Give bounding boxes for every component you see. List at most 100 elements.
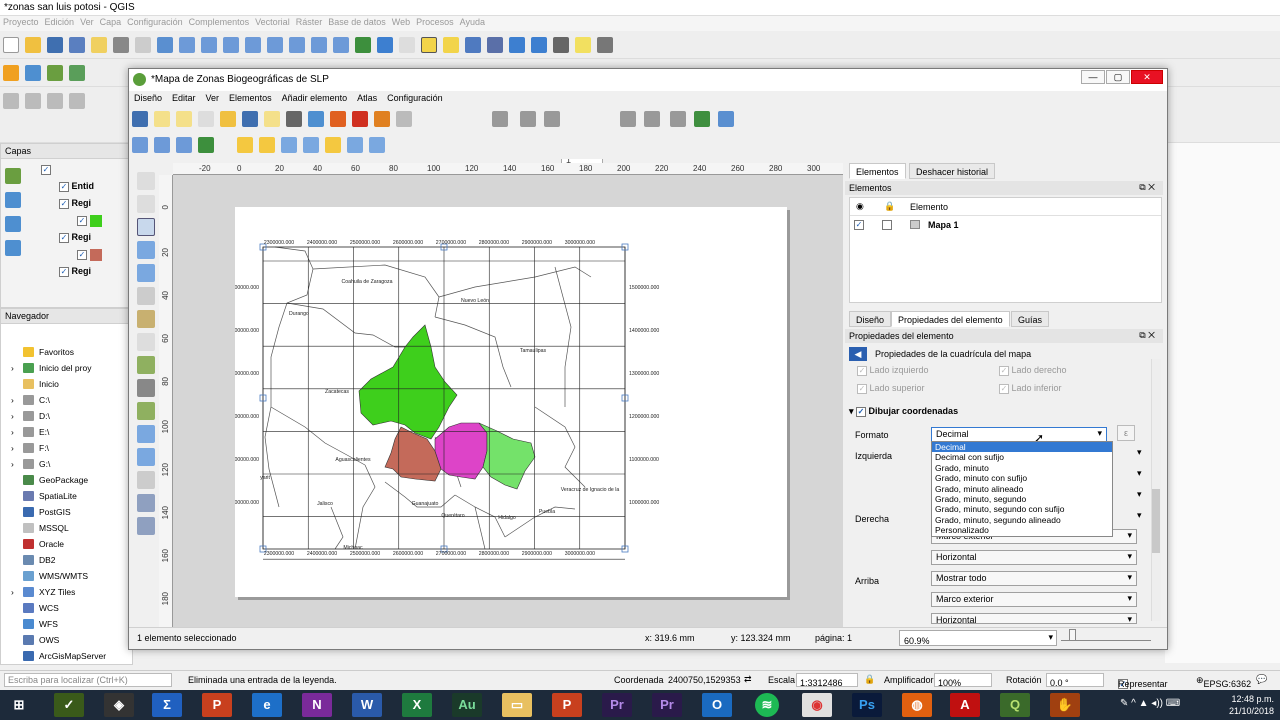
snapping-icon[interactable] [25,93,41,109]
open-folder-icon[interactable] [25,37,41,53]
format-dropdown-list[interactable]: Decimal Decimal con sufijo Grado, minuto Gr… [931,441,1113,537]
browser-item[interactable]: G:\ › [1,456,132,472]
main-menu-item[interactable]: Vectorial [252,16,293,27]
premiere-icon-2[interactable]: Pr [652,693,682,717]
chevron-down-icon[interactable]: ▾ [1137,468,1142,479]
premiere-icon[interactable]: Pr [602,693,632,717]
expression-button[interactable]: ε [1117,425,1135,441]
export-pdf-icon[interactable] [352,111,368,127]
add-raster-icon[interactable] [25,65,41,81]
identify-icon[interactable] [377,37,393,53]
new-project-icon[interactable] [3,37,19,53]
browser-item[interactable]: Favoritos [1,344,132,360]
locator-search-input[interactable]: Escriba para localizar (Ctrl+K) [4,673,172,687]
format-option[interactable]: Decimal con sufijo [932,452,1112,462]
layer-row[interactable]: ✓ Regi [41,198,121,215]
pan-hand-icon[interactable] [137,172,155,190]
qgis-taskbar-icon[interactable]: Q [1000,693,1030,717]
save-as-icon[interactable] [69,37,85,53]
back-arrow-icon[interactable]: ◀ [849,347,867,361]
layout-menu-item[interactable]: Diseño [129,91,167,105]
map-item[interactable]: 2300000.000 2400000.000 2500000.000 2600000… [235,207,787,597]
firefox-icon[interactable]: ◍ [902,693,932,717]
deselect-icon[interactable] [443,37,459,53]
zoom-slider-handle[interactable] [1069,629,1076,641]
main-menu-item[interactable]: Proyecto [0,16,42,27]
add-map-icon[interactable] [137,287,155,305]
chevron-down-icon[interactable]: ▾ [1137,489,1142,500]
layer-row[interactable]: ✓ Entid [41,181,121,198]
zoom-out-icon[interactable] [154,137,170,153]
format-option[interactable]: Grado, minuto con sufijo [932,473,1112,483]
pan-to-selection-icon[interactable] [157,37,173,53]
browser-item[interactable]: Inicio del proy › [1,360,132,376]
main-menu-item[interactable]: Capa [97,16,125,27]
layout-menu-item[interactable]: Ver [201,91,225,105]
raise-icon[interactable] [281,137,298,153]
magnifier-spinbox[interactable]: 100% [934,673,992,688]
left-side-check[interactable]: ✓ Lado izquierdo [857,365,929,376]
layout-menu-item[interactable]: Atlas [352,91,382,105]
browser-item[interactable]: OWS [1,632,132,648]
crs-button[interactable]: ⊕ EPSG:6362 [1196,675,1251,689]
acrobat-icon[interactable]: A [950,693,980,717]
excel-icon[interactable]: X [402,693,432,717]
chrome-icon[interactable]: ◉ [802,693,832,717]
add-legend-icon[interactable] [137,356,155,374]
add-polyline-icon[interactable] [137,425,155,443]
zoom-out-icon[interactable] [201,37,217,53]
main-menu-item[interactable]: Ayuda [457,16,488,27]
zoom-in-icon[interactable] [132,137,148,153]
expand-arrow-icon[interactable]: › [11,456,14,472]
align-icon[interactable] [303,137,320,153]
add-delimited-icon[interactable] [47,65,63,81]
atlas-settings-icon[interactable] [718,111,734,127]
add-layer-icon[interactable] [5,168,21,184]
layer-row[interactable]: ✓ [41,164,121,181]
browser-item[interactable]: PostGIS [1,504,132,520]
toolbox-icon[interactable] [509,37,525,53]
group-icon[interactable] [237,137,254,153]
maximize-button[interactable]: ▢ [1106,70,1130,84]
taskbar-clock[interactable]: 12:48 p.m. 21/10/2018 [1229,693,1274,717]
layout-canvas[interactable]: 2300000.000 2400000.000 2500000.000 2600000… [173,175,843,627]
zoom-layer-icon[interactable] [267,37,283,53]
save-template-icon[interactable] [242,111,258,127]
distribute-icon[interactable] [325,137,342,153]
close-button[interactable]: ✕ [1131,70,1163,84]
previous-feature-icon[interactable] [544,111,560,127]
lock-scale-icon[interactable]: 🔒 [864,674,875,685]
measure-icon[interactable] [553,37,569,53]
top-frame-combo[interactable]: Marco exterior [931,592,1137,607]
new-layout-icon[interactable] [91,37,107,53]
onenote-icon[interactable]: N [302,693,332,717]
sigma-icon[interactable] [531,37,547,53]
unity-icon[interactable]: ◈ [104,693,134,717]
add-fixed-table-icon[interactable] [137,517,155,535]
zoom-native-icon[interactable] [289,37,305,53]
save-layout-icon[interactable] [132,111,148,127]
dock-close-icon[interactable]: ⧉ ✕ [1139,330,1155,341]
zoom-combo[interactable]: 60.9% ▾ [899,630,1057,646]
add-scalebar-icon[interactable] [137,379,155,397]
first-feature-icon[interactable] [520,111,536,127]
extents-toggle-icon[interactable]: ⇄ [744,674,752,685]
browser-item[interactable]: WMS/WMTS [1,568,132,584]
expand-arrow-icon[interactable]: › [11,584,14,600]
main-menu-item[interactable]: Base de datos [325,16,389,27]
vertex-tool-icon[interactable] [47,93,63,109]
windows-start-icon[interactable]: ⊞ [4,693,34,717]
format-option[interactable]: Grado, minuto [932,463,1112,473]
browser-item[interactable]: D:\ › [1,408,132,424]
layout-menu-item[interactable]: Editar [167,91,201,105]
main-menu-item[interactable]: Ver [77,16,97,27]
settings-icon[interactable] [399,37,415,53]
draw-coordinates-group[interactable]: ▾ ✓ Dibujar coordenadas [849,406,958,417]
format-option[interactable]: Personalizado [932,525,1112,535]
add-template-icon[interactable] [220,111,236,127]
coordinate-value[interactable]: 2400750,1529353 [668,675,741,685]
bottom-side-check[interactable]: ✓ Lado inferior [999,383,1062,394]
layout-menu-item[interactable]: Elementos [224,91,277,105]
format-option[interactable]: Grado, minuto alineado [932,484,1112,494]
word-icon[interactable]: W [352,693,382,717]
